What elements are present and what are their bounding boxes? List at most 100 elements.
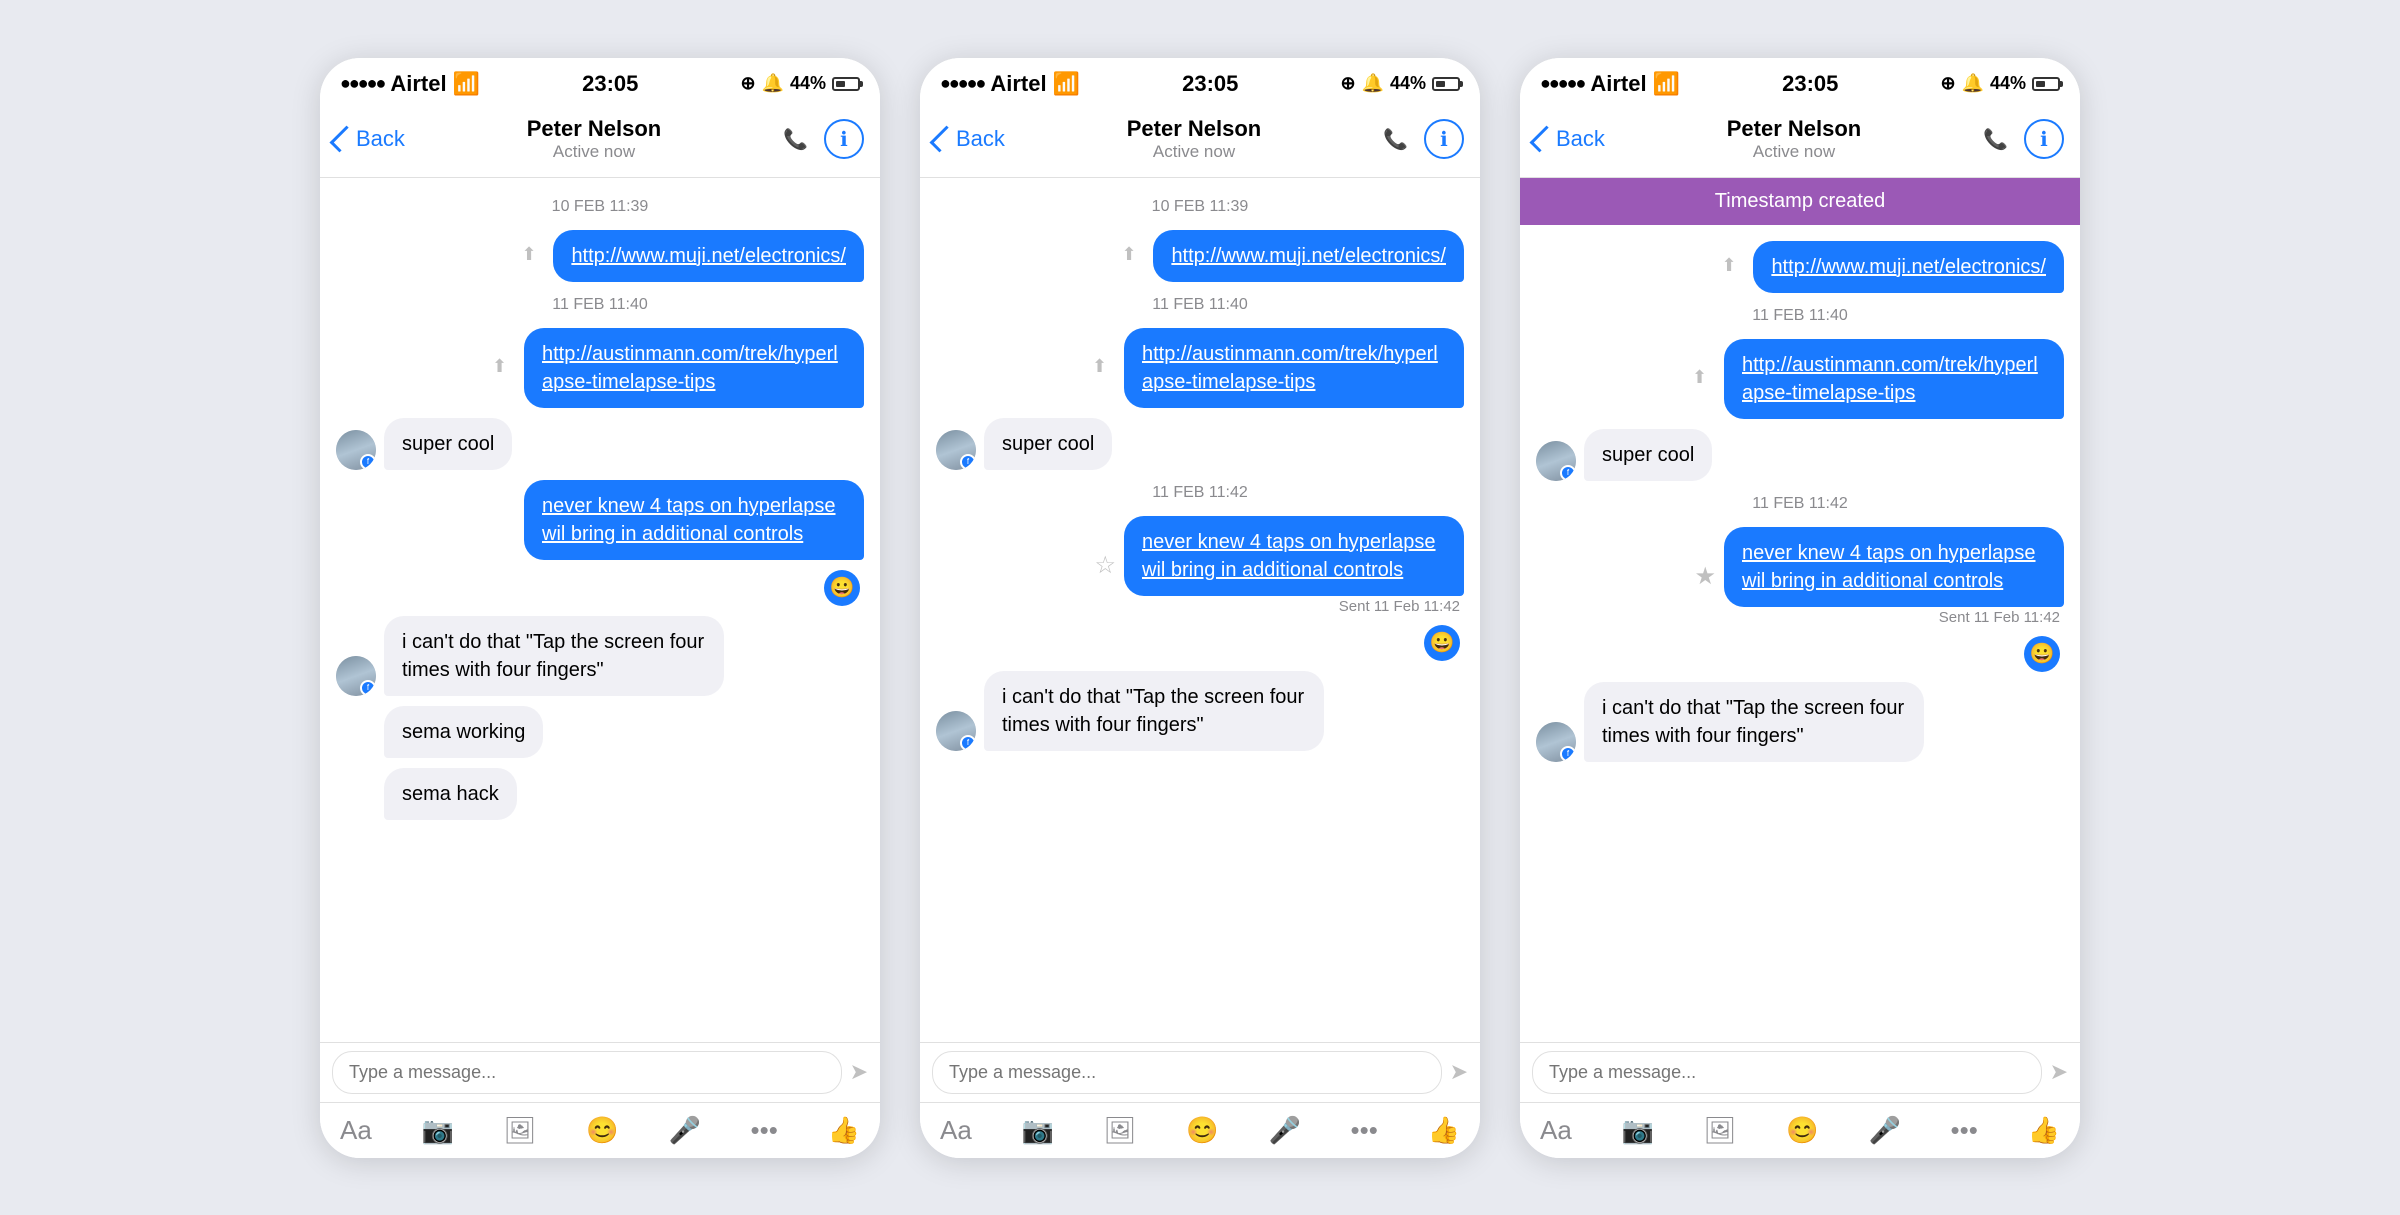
share-icon-p3-1[interactable]: ⬆ <box>1721 255 1745 279</box>
info-icon-3[interactable]: ℹ <box>2024 119 2064 159</box>
contact-status: Active now <box>527 142 662 162</box>
more-icon-3[interactable]: ••• <box>1951 1115 1978 1146</box>
sent-label-p3: Sent 11 Feb 11:42 <box>1939 609 2064 626</box>
emoji-icon[interactable]: 😊 <box>586 1115 618 1146</box>
emoji-icon-2[interactable]: 😊 <box>1186 1115 1218 1146</box>
phone-frame-3: ●●●●● Airtel 📶 23:05 ⊕ 🔔 44% Back Peter … <box>1520 58 2080 1158</box>
nav-icons: 📞 ℹ <box>783 119 864 159</box>
share-icon-2[interactable]: ⬆ <box>492 356 516 380</box>
p3-link1[interactable]: http://www.muji.net/electronics/ <box>1771 256 2046 278</box>
call-icon[interactable]: 📞 <box>783 127 808 152</box>
camera-icon[interactable]: 📷 <box>422 1115 454 1146</box>
input-area-2: ➤ <box>920 1042 1480 1102</box>
send-icon-1[interactable]: ➤ <box>850 1059 868 1085</box>
send-icon-3[interactable]: ➤ <box>2050 1059 2068 1085</box>
mic-icon[interactable]: 🎤 <box>668 1115 700 1146</box>
message-input-3[interactable] <box>1532 1051 2042 1094</box>
time-display-3: 23:05 <box>1782 71 1838 97</box>
bubble-link1: http://www.muji.net/electronics/ <box>553 230 864 282</box>
messenger-badge-p2-2: f <box>960 735 976 751</box>
share-icon-1[interactable]: ⬆ <box>521 244 545 268</box>
p2-link2[interactable]: http://austinmann.com/trek/hyperlapse-ti… <box>1142 343 1438 393</box>
mic-icon-2[interactable]: 🎤 <box>1268 1115 1300 1146</box>
signal-dots-3: ●●●●● <box>1540 73 1584 94</box>
msg-row-p3-hyperlapse-wrap: ★ never knew 4 taps on hyperlapse wil br… <box>1536 527 2064 626</box>
gallery-icon-2[interactable]: 🖼 <box>1104 1115 1137 1146</box>
sent-wrap-p3: never knew 4 taps on hyperlapse wil brin… <box>1724 527 2064 626</box>
more-icon[interactable]: ••• <box>751 1115 778 1146</box>
message-input-2[interactable] <box>932 1051 1442 1094</box>
battery-label: 44% <box>790 73 826 94</box>
info-icon[interactable]: ℹ <box>824 119 864 159</box>
msg-row-p2-emoji: 😀 <box>936 625 1464 661</box>
link2[interactable]: http://austinmann.com/trek/hyperlapse-ti… <box>542 343 838 393</box>
alarm-icon: 🔔 <box>762 73 784 94</box>
gallery-icon-3[interactable]: 🖼 <box>1704 1115 1737 1146</box>
font-icon-3[interactable]: Aa <box>1540 1115 1572 1146</box>
phone-frame-1: ●●●●● Airtel 📶 23:05 ⊕ 🔔 44% Back Peter … <box>320 58 880 1158</box>
msg-row-p3-link2: ⬆ http://austinmann.com/trek/hyperlapse-… <box>1536 339 2064 419</box>
battery-icon-2 <box>1432 77 1460 91</box>
p3-link2[interactable]: http://austinmann.com/trek/hyperlapse-ti… <box>1742 354 2038 404</box>
input-area-3: ➤ <box>1520 1042 2080 1102</box>
p2-link1[interactable]: http://www.muji.net/electronics/ <box>1171 245 1446 267</box>
msg-row-sent-link2: ⬆ http://austinmann.com/trek/hyperlapse-… <box>336 328 864 408</box>
like-icon-3[interactable]: 👍 <box>2028 1115 2060 1146</box>
link1[interactable]: http://www.muji.net/electronics/ <box>571 245 846 267</box>
share-icon-p3-2[interactable]: ⬆ <box>1692 367 1716 391</box>
emoji-reaction-p3: 😀 <box>2024 636 2060 672</box>
status-left-2: ●●●●● Airtel 📶 <box>940 71 1080 97</box>
star-icon-p3[interactable]: ★ <box>1694 562 1716 591</box>
info-icon-2[interactable]: ℹ <box>1424 119 1464 159</box>
bubble-p3-link2: http://austinmann.com/trek/hyperlapse-ti… <box>1724 339 2064 419</box>
emoji-icon-3[interactable]: 😊 <box>1786 1115 1818 1146</box>
alarm-icon-2: 🔔 <box>1362 73 1384 94</box>
bubble-p3-supercool: super cool <box>1584 429 1712 481</box>
send-icon-2[interactable]: ➤ <box>1450 1059 1468 1085</box>
share-icon-p2-2[interactable]: ⬆ <box>1092 356 1116 380</box>
timestamp-p2-1: 10 FEB 11:39 <box>936 198 1464 216</box>
time-display-2: 23:05 <box>1182 71 1238 97</box>
call-icon-2[interactable]: 📞 <box>1383 127 1408 152</box>
back-button[interactable]: Back <box>336 126 405 152</box>
more-icon-2[interactable]: ••• <box>1351 1115 1378 1146</box>
nav-bar-1: Back Peter Nelson Active now 📞 ℹ <box>320 106 880 178</box>
location-icon: ⊕ <box>740 73 755 94</box>
timestamp-2: 11 FEB 11:40 <box>336 296 864 314</box>
bubble-sema1: sema working <box>384 706 543 758</box>
msg-row-p2-hyperlapse-wrap: ☆ never knew 4 taps on hyperlapse wil br… <box>936 516 1464 615</box>
nav-title-3: Peter Nelson Active now <box>1727 116 1862 162</box>
star-icon-p2[interactable]: ☆ <box>1094 551 1116 580</box>
like-icon-2[interactable]: 👍 <box>1428 1115 1460 1146</box>
bubble-p2-link2: http://austinmann.com/trek/hyperlapse-ti… <box>1124 328 1464 408</box>
nav-bar-2: Back Peter Nelson Active now 📞 ℹ <box>920 106 1480 178</box>
avatar-p2-1: f <box>936 430 976 470</box>
mic-icon-3[interactable]: 🎤 <box>1868 1115 1900 1146</box>
avatar-p3-1: f <box>1536 441 1576 481</box>
bubble-p2-link1: http://www.muji.net/electronics/ <box>1153 230 1464 282</box>
input-area-1: ➤ <box>320 1042 880 1102</box>
contact-name-3: Peter Nelson <box>1727 116 1862 142</box>
chevron-left-icon-2 <box>930 126 957 153</box>
share-icon-p2-1[interactable]: ⬆ <box>1121 244 1145 268</box>
back-label: Back <box>356 126 405 152</box>
emoji-reaction-p2: 😀 <box>1424 625 1460 661</box>
back-button-2[interactable]: Back <box>936 126 1005 152</box>
chat-area-1: 10 FEB 11:39 ⬆ http://www.muji.net/elect… <box>320 178 880 1042</box>
camera-icon-2[interactable]: 📷 <box>1022 1115 1054 1146</box>
chevron-left-icon-3 <box>1530 126 1557 153</box>
message-input-1[interactable] <box>332 1051 842 1094</box>
font-icon[interactable]: Aa <box>340 1115 372 1146</box>
sent-wrap-p2: never knew 4 taps on hyperlapse wil brin… <box>1124 516 1464 615</box>
battery-label-2: 44% <box>1390 73 1426 94</box>
chat-area-3: ⬆ http://www.muji.net/electronics/ 11 FE… <box>1520 225 2080 1042</box>
gallery-icon[interactable]: 🖼 <box>504 1115 537 1146</box>
msg-row-p2-link1: ⬆ http://www.muji.net/electronics/ <box>936 230 1464 282</box>
call-icon-3[interactable]: 📞 <box>1983 127 2008 152</box>
camera-icon-3[interactable]: 📷 <box>1622 1115 1654 1146</box>
contact-status-2: Active now <box>1127 142 1262 162</box>
back-button-3[interactable]: Back <box>1536 126 1605 152</box>
like-icon[interactable]: 👍 <box>828 1115 860 1146</box>
messenger-badge-2: f <box>360 680 376 696</box>
font-icon-2[interactable]: Aa <box>940 1115 972 1146</box>
